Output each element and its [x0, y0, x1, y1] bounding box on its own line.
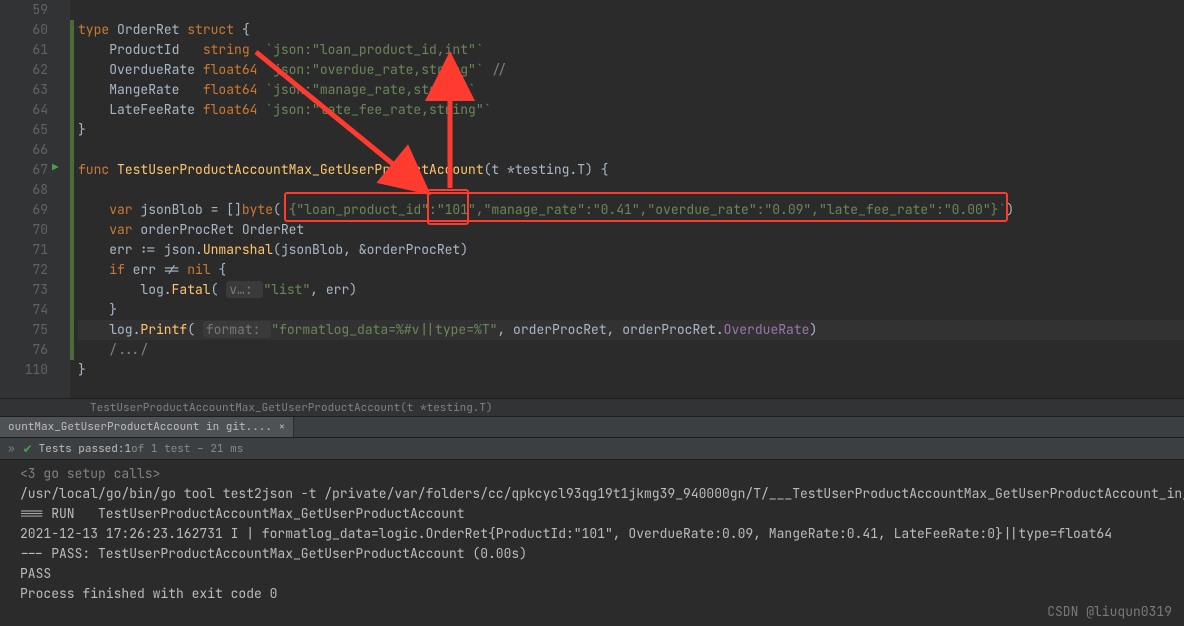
code-area[interactable]: type OrderRet struct { ProductId string …: [70, 0, 1184, 380]
console-line: --- PASS: TestUserProductAccountMax_GetU…: [20, 544, 1164, 564]
line-gutter: 5960 6162 6364 6566 6768 6970 7172 7374 …: [0, 0, 70, 398]
watermark: CSDN @liuqun0319: [1047, 603, 1172, 620]
console-line: /usr/local/go/bin/go tool test2json -t /…: [20, 484, 1164, 504]
status-suffix: of 1 test – 21 ms: [131, 442, 243, 456]
vcs-change-marker: [70, 20, 74, 360]
status-prefix: Tests passed:: [39, 442, 125, 456]
run-tab[interactable]: ountMax_GetUserProductAccount in git....…: [0, 417, 294, 437]
code-editor[interactable]: 5960 6162 6364 6566 6768 6970 7172 7374 …: [0, 0, 1184, 398]
rerun-icon[interactable]: »: [8, 442, 15, 456]
test-pass-icon: ✔: [23, 441, 33, 457]
breadcrumb[interactable]: TestUserProductAccountMax_GetUserProduct…: [0, 398, 1184, 416]
console-line: <3 go setup calls>: [20, 464, 1164, 484]
console-line: === RUN TestUserProductAccountMax_GetUse…: [20, 504, 1164, 524]
console-output[interactable]: <3 go setup calls> /usr/local/go/bin/go …: [0, 460, 1184, 608]
run-test-icon[interactable]: ▶: [52, 161, 64, 173]
run-tab-bar: ountMax_GetUserProductAccount in git....…: [0, 416, 1184, 438]
status-count: 1: [124, 442, 131, 456]
test-status-bar: » ✔ Tests passed: 1 of 1 test – 21 ms: [0, 438, 1184, 460]
console-line: 2021-12-13 17:26:23.162731 I | formatlog…: [20, 524, 1164, 544]
console-line: Process finished with exit code 0: [20, 584, 1164, 604]
console-line: PASS: [20, 564, 1164, 584]
